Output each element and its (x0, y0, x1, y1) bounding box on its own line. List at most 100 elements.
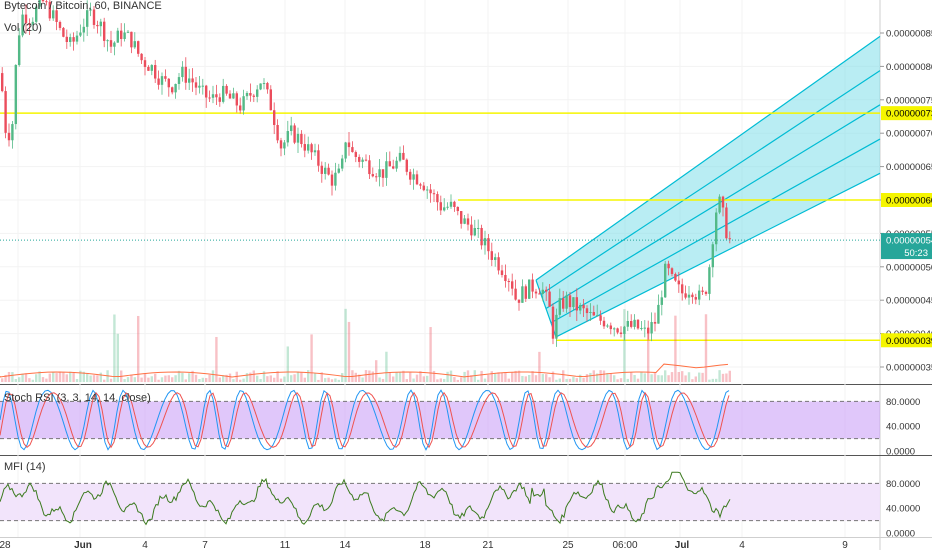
candle-body (205, 85, 208, 98)
candle-body (426, 189, 429, 191)
candle-body (500, 270, 504, 275)
volume-bar (650, 374, 653, 382)
volume-bar (708, 379, 711, 382)
candle-body (585, 308, 589, 314)
candle-body (344, 142, 347, 159)
volume-bar (371, 371, 374, 382)
volume-bar (630, 372, 633, 382)
volume-bar (453, 377, 456, 382)
candle-body (215, 94, 218, 98)
candle-body (296, 133, 300, 143)
volume-bar (327, 377, 330, 382)
volume-bar (619, 378, 623, 382)
mfi-band (0, 483, 880, 521)
level-badge-label: 0.00000060 (886, 196, 932, 207)
candle-body (232, 93, 235, 99)
candle-body (327, 167, 330, 175)
candle-body (14, 65, 17, 125)
volume-bar (174, 375, 177, 382)
volume-bar (398, 371, 402, 382)
candle-body (11, 124, 14, 141)
volume-bar (613, 375, 616, 382)
volume-bar (405, 379, 408, 382)
time-tick-label: 28 (0, 540, 11, 550)
volume-bar (728, 370, 731, 382)
volume-bar (524, 376, 527, 382)
volume-bar (11, 372, 14, 382)
candle-body (538, 293, 541, 295)
candle-body (222, 85, 225, 102)
candle-body (633, 319, 636, 327)
volume-bar (232, 379, 235, 382)
volume-bar (507, 378, 510, 382)
candle-body (589, 312, 592, 314)
volume-bar (41, 377, 45, 382)
candle-body (235, 93, 238, 106)
volume-bar (640, 372, 643, 382)
volume-bar (626, 378, 629, 382)
volume-bar (313, 373, 317, 382)
volume-bar (660, 375, 663, 382)
candle-body (249, 92, 252, 96)
candle-body (446, 206, 449, 208)
volume-bar (58, 371, 62, 382)
candle-body (575, 297, 578, 311)
candle-body (252, 95, 255, 97)
volume-bar (337, 379, 340, 382)
candle-body (310, 144, 313, 153)
volume-bar (143, 373, 147, 382)
candle-body (494, 257, 497, 260)
candle-body (466, 218, 470, 225)
volume-bar (140, 377, 143, 382)
volume-bar (324, 378, 327, 382)
candle-body (718, 196, 721, 213)
volume-bar (113, 314, 116, 382)
price-tick-label: 0.00000035 (886, 363, 932, 374)
volume-bar (133, 377, 136, 382)
candle-body (177, 77, 181, 84)
candle-body (728, 238, 731, 240)
candle-body (650, 322, 653, 334)
candle-body (358, 156, 361, 162)
candle-body (62, 27, 65, 37)
volume-bar (69, 371, 72, 382)
volume-bar (565, 378, 568, 382)
volume-bar (589, 372, 592, 382)
candle-body (541, 289, 544, 294)
chart-canvas[interactable]: 0.00000085 0.00000080 0.00000075 0.00000070… (0, 0, 932, 551)
candle-body (715, 212, 718, 245)
volume-bar (674, 315, 677, 382)
volume-bar (31, 379, 34, 382)
volume-bar (24, 373, 28, 382)
volume-bar (443, 378, 446, 382)
volume-bar (545, 374, 548, 382)
volume-bar (701, 372, 704, 382)
candle-body (691, 294, 694, 298)
volume-bar (534, 375, 538, 382)
candle-body (490, 251, 493, 260)
volume-bar (7, 371, 11, 382)
candle-body (109, 40, 113, 47)
volume-bar (245, 373, 249, 382)
volume-bar (249, 372, 252, 382)
time-tick-label: 06:00 (612, 540, 637, 550)
volume-bar (317, 379, 320, 382)
volume-bar (1, 378, 4, 382)
candle-body (242, 96, 245, 111)
volume-bar (375, 360, 378, 382)
volume-bar (477, 379, 480, 382)
candle-body (436, 194, 439, 203)
volume-bar (126, 377, 130, 382)
candle-body (534, 291, 538, 294)
candle-body (439, 202, 442, 211)
candle-body (69, 37, 72, 43)
volume-bar (310, 334, 313, 382)
candle-body (334, 172, 337, 186)
volume-bar (290, 375, 293, 382)
mfi-tick-label: 0.0000 (886, 529, 915, 540)
candle-body (704, 291, 708, 294)
volume-bar (657, 375, 660, 382)
candle-body (449, 201, 453, 207)
candle-body (273, 110, 276, 125)
candle-body (701, 290, 704, 292)
